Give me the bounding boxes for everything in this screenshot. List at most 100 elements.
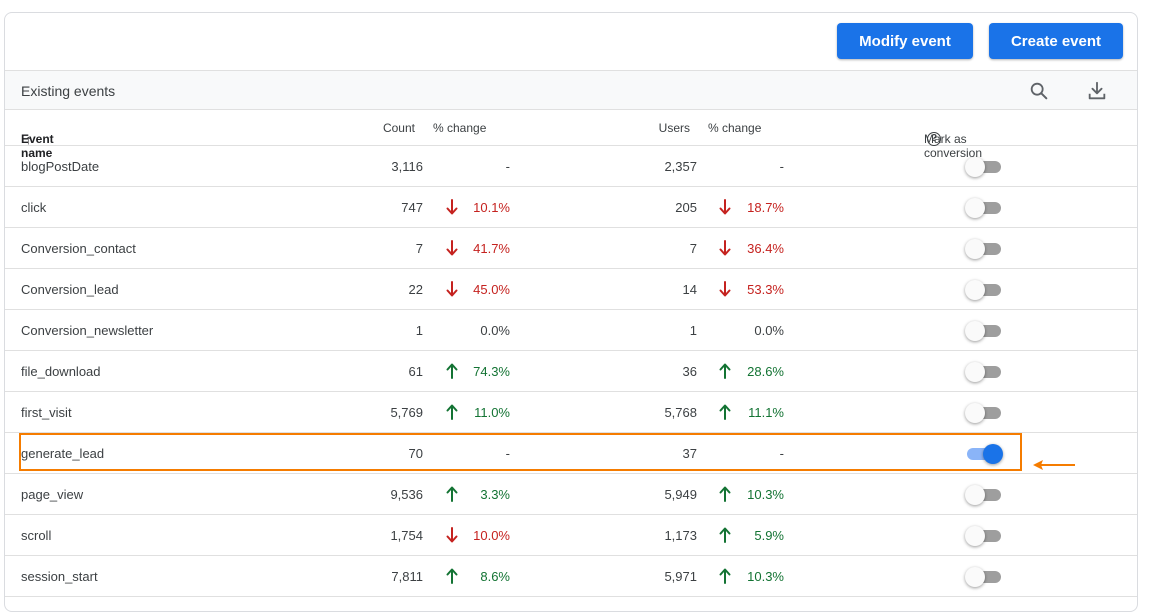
event-name[interactable]: scroll [21, 528, 51, 543]
users-change: 5.9% [754, 528, 784, 543]
conversion-toggle[interactable] [965, 157, 1001, 177]
conversion-toggle[interactable] [965, 567, 1001, 587]
conversion-toggle[interactable] [965, 280, 1001, 300]
event-users: 5,949 [664, 487, 697, 502]
event-users: 37 [682, 446, 697, 461]
arrow-up-icon [446, 486, 458, 502]
column-count[interactable]: Count [383, 121, 415, 135]
arrow-up-icon [719, 363, 731, 379]
table-row[interactable]: generate_lead 70 - 37 - [5, 433, 1137, 474]
toggle-knob [965, 403, 985, 423]
conversion-toggle[interactable] [965, 239, 1001, 259]
arrow-down-icon [446, 199, 458, 215]
toggle-knob [965, 362, 985, 382]
conversion-toggle[interactable] [965, 362, 1001, 382]
table-row[interactable]: file_download 61 74.3% 36 28.6% [5, 351, 1137, 392]
event-count: 5,769 [390, 405, 423, 420]
conversion-toggle[interactable] [965, 321, 1001, 341]
event-users: 5,971 [664, 569, 697, 584]
event-count: 7 [415, 241, 423, 256]
event-name[interactable]: Conversion_contact [21, 241, 136, 256]
download-icon[interactable] [1086, 80, 1108, 102]
events-table-body: blogPostDate 3,116 - 2,357 - click 747 10.1% 205… [5, 146, 1137, 597]
arrow-down-icon [446, 527, 458, 543]
table-row[interactable]: scroll 1,754 10.0% 1,173 5.9% [5, 515, 1137, 556]
table-row[interactable]: Conversion_newsletter 1 0.0% 1 0.0% [5, 310, 1137, 351]
users-change: 28.6% [747, 364, 784, 379]
column-users[interactable]: Users [659, 121, 690, 135]
pointer-arrow-icon [1033, 460, 1075, 470]
count-change: 45.0% [473, 282, 510, 297]
events-card: Modify event Create event Existing event… [4, 12, 1138, 612]
table-row[interactable]: first_visit 5,769 11.0% 5,768 11.1% [5, 392, 1137, 433]
count-change: 11.0% [474, 405, 510, 420]
table-row[interactable]: Conversion_lead 22 45.0% 14 53.3% [5, 269, 1137, 310]
event-name[interactable]: generate_lead [21, 446, 104, 461]
modify-event-button[interactable]: Modify event [837, 23, 973, 59]
search-icon[interactable] [1028, 80, 1050, 102]
event-count: 747 [401, 200, 423, 215]
users-change: - [779, 446, 784, 461]
table-row[interactable]: page_view 9,536 3.3% 5,949 10.3% [5, 474, 1137, 515]
conversion-toggle[interactable] [967, 444, 1003, 464]
event-count: 1 [415, 323, 423, 338]
users-change: 11.1% [748, 405, 784, 420]
event-count: 70 [408, 446, 423, 461]
count-change: - [505, 159, 510, 174]
arrow-up-icon [719, 568, 731, 584]
event-name[interactable]: file_download [21, 364, 101, 379]
event-name[interactable]: first_visit [21, 405, 72, 420]
toggle-knob [965, 485, 985, 505]
event-name[interactable]: page_view [21, 487, 83, 502]
event-users: 1 [689, 323, 697, 338]
sort-ascending-icon: ↑ [25, 132, 32, 147]
toggle-knob [965, 321, 985, 341]
event-count: 3,116 [391, 159, 423, 174]
count-change: 0.0% [480, 323, 510, 338]
arrow-down-icon [446, 240, 458, 256]
event-name[interactable]: click [21, 200, 46, 215]
toggle-knob [965, 526, 985, 546]
arrow-up-icon [719, 527, 731, 543]
table-row[interactable]: blogPostDate 3,116 - 2,357 - [5, 146, 1137, 187]
arrow-down-icon [719, 240, 731, 256]
toggle-knob [965, 280, 985, 300]
users-change: 53.3% [747, 282, 784, 297]
section-title: Existing events [21, 83, 116, 99]
arrow-down-icon [719, 199, 731, 215]
users-change: 10.3% [747, 487, 784, 502]
column-count-change[interactable]: % change [433, 121, 486, 135]
event-count: 9,536 [390, 487, 423, 502]
users-change: 18.7% [747, 200, 784, 215]
arrow-up-icon [446, 363, 458, 379]
arrow-up-icon [446, 568, 458, 584]
event-name[interactable]: session_start [21, 569, 98, 584]
help-icon[interactable]: ? [927, 132, 941, 146]
column-users-change[interactable]: % change [708, 121, 761, 135]
count-change: 3.3% [480, 487, 510, 502]
count-change: 10.1% [473, 200, 510, 215]
event-users: 7 [689, 241, 697, 256]
users-change: - [779, 159, 784, 174]
table-row[interactable]: session_start 7,811 8.6% 5,971 10.3% [5, 556, 1137, 597]
count-change: - [505, 446, 510, 461]
arrow-up-icon [719, 486, 731, 502]
event-name[interactable]: Conversion_newsletter [21, 323, 153, 338]
create-event-button[interactable]: Create event [989, 23, 1123, 59]
arrow-up-icon [446, 404, 458, 420]
event-name[interactable]: blogPostDate [21, 159, 99, 174]
event-users: 5,768 [664, 405, 697, 420]
event-count: 1,754 [390, 528, 423, 543]
conversion-toggle[interactable] [965, 526, 1001, 546]
arrow-up-icon [719, 404, 731, 420]
table-row[interactable]: click 747 10.1% 205 18.7% [5, 187, 1137, 228]
conversion-toggle[interactable] [965, 403, 1001, 423]
count-change: 41.7% [473, 241, 510, 256]
arrow-down-icon [719, 281, 731, 297]
conversion-toggle[interactable] [965, 485, 1001, 505]
table-row[interactable]: Conversion_contact 7 41.7% 7 36.4% [5, 228, 1137, 269]
event-name[interactable]: Conversion_lead [21, 282, 119, 297]
event-count: 22 [408, 282, 423, 297]
conversion-toggle[interactable] [965, 198, 1001, 218]
event-count: 61 [408, 364, 423, 379]
